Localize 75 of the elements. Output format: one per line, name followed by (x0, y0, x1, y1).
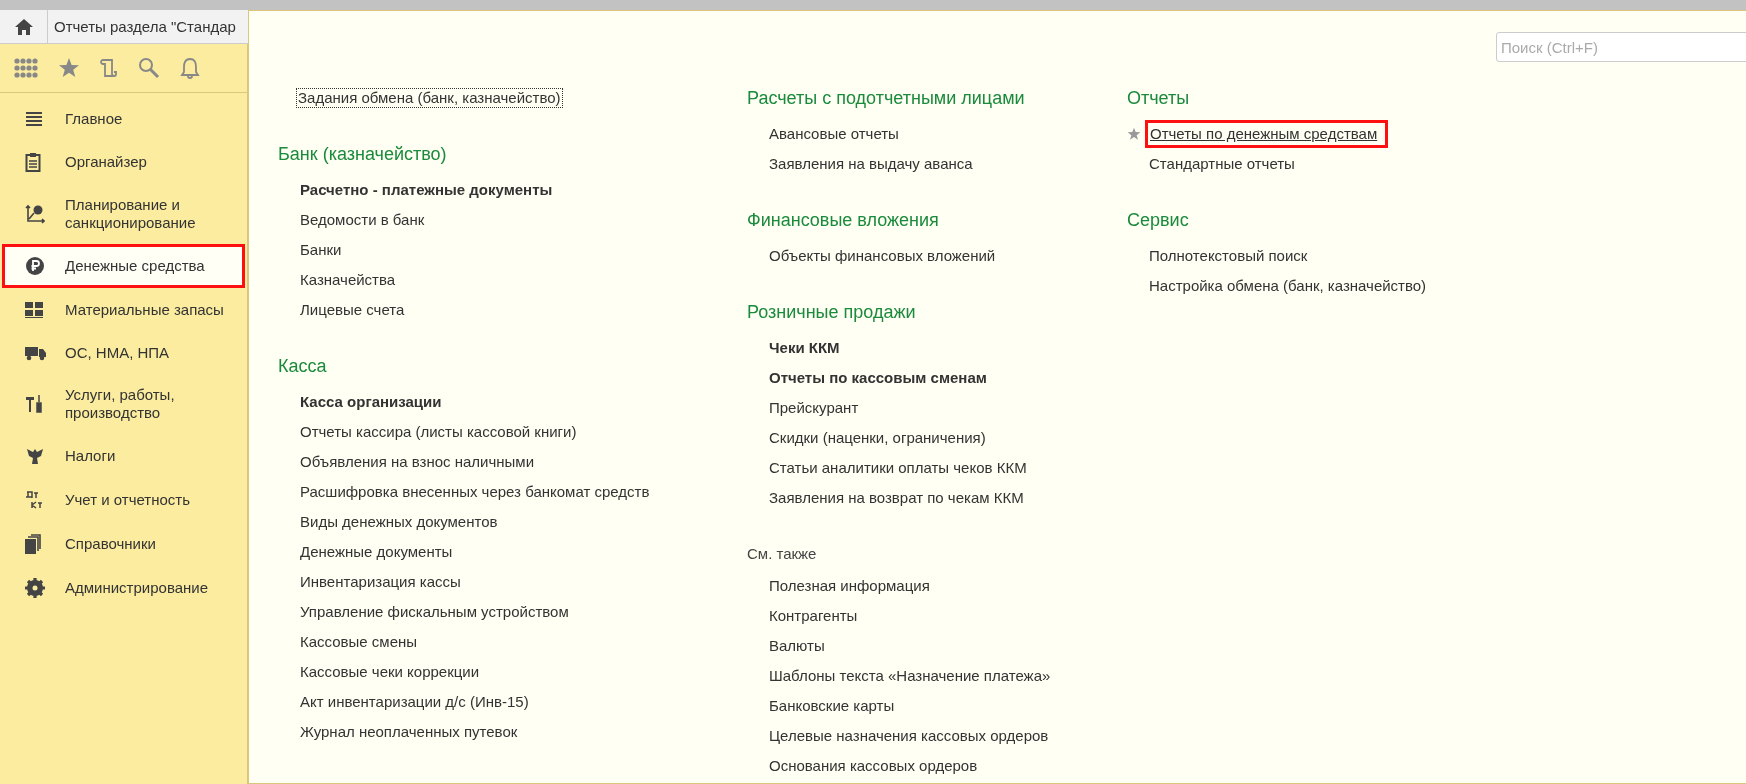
nav-link[interactable]: Объявления на взнос наличными (300, 447, 535, 477)
settings-icon (25, 578, 45, 598)
clipboard-icon (25, 152, 41, 172)
history-icon[interactable] (100, 57, 118, 79)
nav-link[interactable]: Ведомости в банк (300, 205, 425, 235)
search-field[interactable]: Поиск (Ctrl+F) (1496, 32, 1746, 62)
section-title: См. также (747, 544, 817, 564)
sidebar-item[interactable]: Учет и отчетность (2, 478, 245, 522)
ruble-coin-icon (25, 256, 45, 276)
nav-link[interactable]: Целевые назначения кассовых ордеров (769, 721, 1049, 751)
nav-link[interactable]: Отчеты кассира (листы кассовой книги) (300, 417, 577, 447)
nav-link[interactable]: Расшифровка внесенных через банкомат средств (300, 477, 650, 507)
nav-link[interactable]: Управление фискальным устройством (300, 597, 569, 627)
nav-link[interactable]: Кассовые чеки коррекции (300, 657, 480, 687)
section-title: Расчеты с подотчетными лицами (747, 87, 1025, 110)
section-title: Финансовые вложения (747, 209, 939, 232)
sidebar-item[interactable]: Услуги, работы, производство (2, 374, 245, 434)
nav-link[interactable]: Объекты финансовых вложений (769, 241, 996, 271)
nav-link[interactable]: Касса организации (300, 387, 442, 417)
search-icon[interactable] (138, 57, 160, 79)
home-icon (13, 17, 34, 36)
nav-link[interactable]: Настройка обмена (банк, казначейство) (1149, 271, 1427, 301)
sidebar-item[interactable]: Материальные запасы (2, 288, 245, 331)
nav-link[interactable]: Инвентаризация кассы (300, 567, 461, 597)
nav-link[interactable]: Кассовые смены (300, 627, 418, 657)
sidebar-item[interactable]: Денежные средства (2, 244, 245, 288)
nav-link[interactable]: Банковские карты (769, 691, 895, 721)
nav-link[interactable]: Акт инвентаризации д/с (Инв-15) (300, 687, 529, 717)
apps-grid-icon[interactable] (14, 57, 38, 79)
sidebar-item[interactable]: Справочники (2, 522, 245, 566)
boxes-icon (25, 301, 43, 318)
nav-link[interactable]: Полезная информация (769, 571, 930, 601)
sidebar-item[interactable]: ОС, НМА, НПА (2, 331, 245, 374)
chart-coin-icon (25, 204, 45, 224)
debit-credit-icon (25, 490, 45, 510)
nav-link[interactable]: Скидки (наценки, ограничения) (769, 423, 986, 453)
eagle-emblem-icon (25, 446, 45, 466)
nav-link[interactable]: Шаблоны текста «Назначение платежа» (769, 661, 1051, 691)
nav-link[interactable]: Денежные документы (300, 537, 453, 567)
star-icon[interactable] (58, 57, 80, 79)
nav-link[interactable]: Заявления на возврат по чекам ККМ (769, 483, 1024, 513)
section-title: Сервис (1127, 209, 1189, 232)
nav-link[interactable]: Чеки ККМ (769, 333, 840, 363)
sidebar-item[interactable]: Главное (2, 97, 245, 140)
nav-link[interactable]: Прейскурант (769, 393, 859, 423)
sidebar-item[interactable]: Органайзер (2, 140, 245, 184)
nav-link[interactable]: Банки (300, 235, 342, 265)
nav-link[interactable]: Стандартные отчеты (1149, 149, 1295, 179)
nav-link[interactable]: Заявления на выдачу аванса (769, 149, 973, 179)
sidebar-item[interactable]: Планирование и санкционирование (2, 184, 245, 244)
nav-link[interactable]: Валюты (769, 631, 825, 661)
section-title: Отчеты (1127, 87, 1190, 110)
nav-link[interactable]: Виды денежных документов (300, 507, 498, 537)
sidebar-item[interactable]: Налоги (2, 434, 245, 478)
bell-icon[interactable] (180, 57, 200, 79)
nav-link[interactable]: Статьи аналитики оплаты чеков ККМ (769, 453, 1027, 483)
nav-link[interactable]: Авансовые отчеты (769, 119, 899, 149)
section-title: Розничные продажи (747, 301, 916, 324)
section-title: Касса (278, 355, 327, 378)
nav-link[interactable]: Казначейства (300, 265, 396, 295)
nav-link[interactable]: Лицевые счета (300, 295, 405, 325)
nav-link[interactable]: Полнотекстовый поиск (1149, 241, 1308, 271)
nav-link[interactable]: Отчеты по кассовым сменам (769, 363, 987, 393)
menu-icon (25, 110, 43, 127)
tools-icon (25, 394, 43, 414)
truck-icon (25, 344, 47, 361)
nav-link[interactable]: Контрагенты (769, 601, 858, 631)
star-icon[interactable] (1127, 127, 1141, 141)
nav-link[interactable]: Основания кассовых ордеров (769, 751, 978, 781)
books-icon (25, 534, 41, 554)
section-title: Банк (казначейство) (278, 143, 447, 166)
nav-link[interactable]: Журнал неоплаченных путевок (300, 717, 518, 747)
sidebar-item[interactable]: Администрирование (2, 566, 245, 610)
nav-link[interactable]: Задания обмена (банк, казначейство) (297, 89, 562, 107)
nav-link[interactable]: Расчетно - платежные документы (300, 175, 553, 205)
